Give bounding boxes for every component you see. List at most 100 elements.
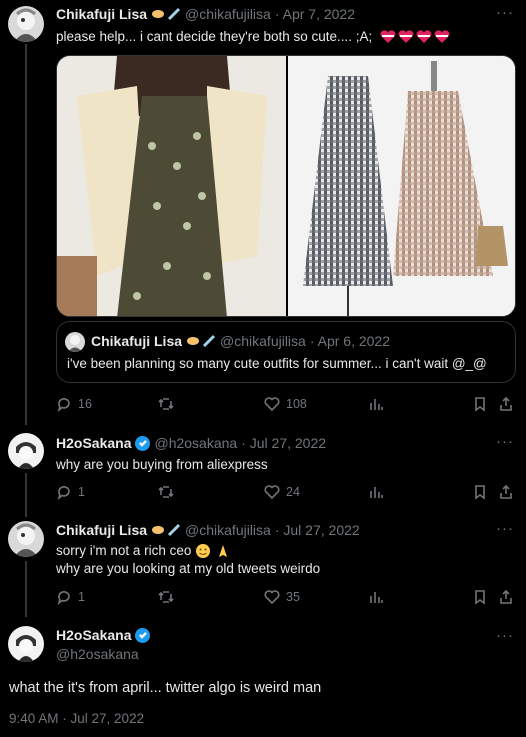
retweet-icon <box>158 591 174 603</box>
tweet3-header: Chikafuji Lisa @chikafujilisa · Jul 27, … <box>56 522 360 538</box>
share-icon <box>500 396 512 411</box>
heart-icon <box>264 397 280 412</box>
views-icon <box>370 487 383 498</box>
heart-icon <box>264 485 280 500</box>
share-icon <box>500 484 512 499</box>
tweet2-header: H2oSakana @h2osakana · Jul 27, 2022 <box>56 435 326 451</box>
quoted-date: · Apr 6, 2022 <box>309 333 391 349</box>
verified-badge-icon <box>135 627 151 643</box>
heart-icon <box>264 590 280 605</box>
tweet-text: please help... i cant decide they're bot… <box>56 29 373 44</box>
avatar-h2osakana[interactable] <box>8 626 44 662</box>
quoted-handle: @chikafujilisa <box>220 333 306 349</box>
retweet-icon <box>158 398 174 410</box>
like-button[interactable]: 35 <box>264 589 300 605</box>
like-count: 35 <box>286 590 300 604</box>
emoji-badges <box>151 7 181 21</box>
media-image-gingham-dresses[interactable] <box>288 56 515 316</box>
like-button[interactable]: 24 <box>264 484 300 500</box>
tweet-media[interactable] <box>56 55 516 317</box>
handle[interactable]: @h2osakana <box>154 435 237 451</box>
reply-button[interactable]: 1 <box>56 589 85 605</box>
reply-button[interactable]: 16 <box>56 396 92 412</box>
reply-count: 1 <box>78 590 85 604</box>
heart-emoji-icon <box>416 30 432 43</box>
handle[interactable]: @h2osakana <box>56 646 139 662</box>
more-options-icon[interactable]: ··· <box>496 627 514 644</box>
tweet1-text-row: please help... i cant decide they're bot… <box>56 28 450 46</box>
bookmark-button[interactable] <box>472 396 488 412</box>
thread-line <box>25 44 27 425</box>
more-options-icon[interactable]: ··· <box>496 4 514 21</box>
retweet-button[interactable] <box>158 589 174 605</box>
reply-icon <box>57 398 70 412</box>
like-count: 24 <box>286 485 300 499</box>
avatar-chikafuji[interactable] <box>8 6 44 42</box>
tweet-timestamp[interactable]: 9:40 AM · Jul 27, 2022 <box>9 711 144 726</box>
smile-emoji-icon <box>196 544 211 558</box>
tweet2-actions: 1 24 <box>56 484 512 504</box>
pray-emoji-icon <box>219 545 228 557</box>
media-image-floral-dress[interactable] <box>57 56 286 316</box>
views-button[interactable] <box>368 396 384 412</box>
more-options-icon[interactable]: ··· <box>496 433 514 450</box>
like-count: 108 <box>286 397 307 411</box>
tweet-text: what the it's from april... twitter algo… <box>9 680 322 696</box>
heart-emojis <box>380 30 450 44</box>
quoted-tweet[interactable]: Chikafuji Lisa @chikafujilisa · Apr 6, 2… <box>56 321 516 383</box>
more-options-icon[interactable]: ··· <box>496 520 514 537</box>
tweet-date[interactable]: · Jul 27, 2022 <box>275 522 360 538</box>
bookmark-button[interactable] <box>472 589 488 605</box>
hand-emoji-icon <box>152 526 165 534</box>
tweet1-header: Chikafuji Lisa @chikafujilisa · Apr 7, 2… <box>56 6 355 22</box>
heart-emoji-icon <box>380 30 396 43</box>
tweet-date[interactable]: · Jul 27, 2022 <box>241 435 326 451</box>
quoted-text: i've been planning so many cute outfits … <box>67 356 487 371</box>
avatar-chikafuji[interactable] <box>8 521 44 557</box>
reply-button[interactable]: 1 <box>56 484 85 500</box>
bookmark-icon <box>475 485 485 500</box>
tweet3-line1-row: sorry i'm not a rich ceo <box>56 542 231 560</box>
quoted-header: Chikafuji Lisa @chikafujilisa · Apr 6, 2… <box>91 333 390 349</box>
share-button[interactable] <box>498 396 514 412</box>
views-icon <box>370 399 383 410</box>
thread-line <box>25 561 27 617</box>
heart-emoji-icon <box>398 30 414 43</box>
syringe-emoji-icon <box>167 523 181 537</box>
reply-count: 1 <box>78 485 85 499</box>
tweet-date[interactable]: · Apr 7, 2022 <box>275 6 355 22</box>
heart-emoji-icon <box>434 30 450 43</box>
handle[interactable]: @chikafujilisa <box>185 522 271 538</box>
display-name[interactable]: Chikafuji Lisa <box>56 6 147 22</box>
emoji-badges <box>151 523 181 537</box>
syringe-emoji-icon <box>167 7 181 21</box>
retweet-button[interactable] <box>158 396 174 412</box>
syringe-emoji-icon <box>202 334 216 348</box>
share-icon <box>500 589 512 604</box>
handle[interactable]: @chikafujilisa <box>185 6 271 22</box>
tweet4-header: H2oSakana <box>56 627 151 643</box>
tweet-text-line1: sorry i'm not a rich ceo <box>56 543 192 558</box>
hand-emoji-icon <box>152 10 165 18</box>
views-button[interactable] <box>368 484 384 500</box>
share-button[interactable] <box>498 589 514 605</box>
views-button[interactable] <box>368 589 384 605</box>
retweet-button[interactable] <box>158 484 174 500</box>
reply-count: 16 <box>78 397 92 411</box>
display-name[interactable]: H2oSakana <box>56 435 131 451</box>
display-name[interactable]: H2oSakana <box>56 627 131 643</box>
retweet-icon <box>158 486 174 498</box>
quoted-display-name: Chikafuji Lisa <box>91 333 183 349</box>
display-name[interactable]: Chikafuji Lisa <box>56 522 147 538</box>
avatar-h2osakana[interactable] <box>8 433 44 469</box>
tweet-text: why are you buying from aliexpress <box>56 457 268 472</box>
bookmark-button[interactable] <box>472 484 488 500</box>
verified-badge-icon <box>135 435 151 451</box>
share-button[interactable] <box>498 484 514 500</box>
bookmark-icon <box>475 590 485 605</box>
like-button[interactable]: 108 <box>264 396 307 412</box>
reply-icon <box>57 486 70 500</box>
reply-icon <box>57 591 70 605</box>
thread-line <box>25 473 27 517</box>
tweet3-actions: 1 35 <box>56 589 512 609</box>
